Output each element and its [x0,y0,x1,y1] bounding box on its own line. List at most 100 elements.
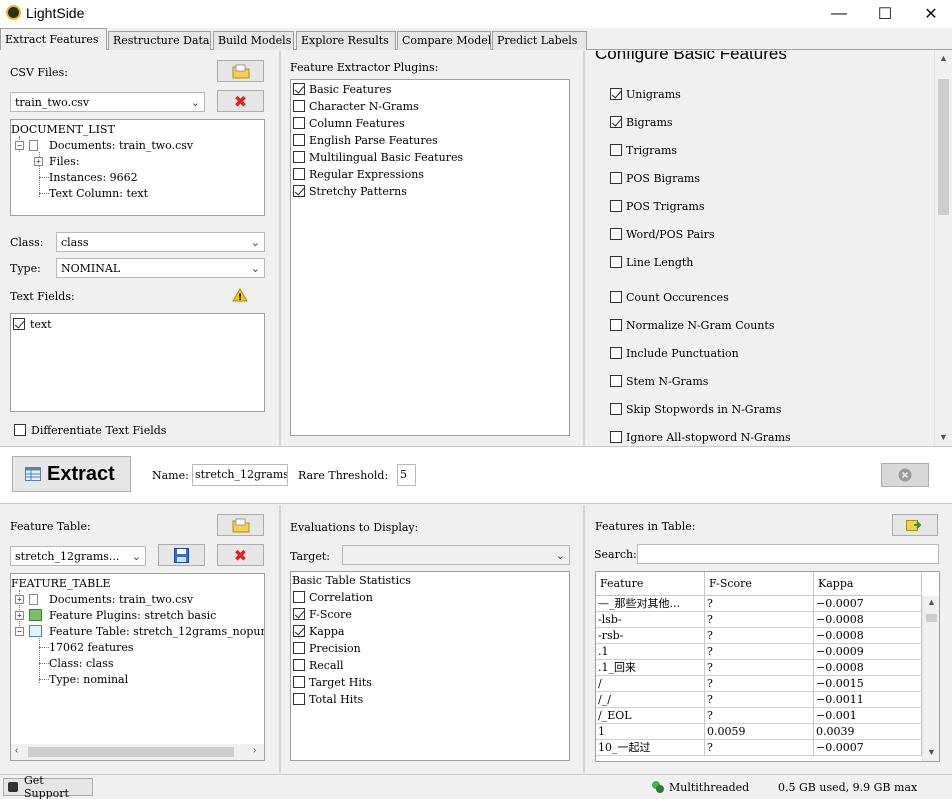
rare-threshold-input[interactable]: 5 [397,464,416,486]
plugin-checkbox[interactable] [293,168,305,180]
option-checkbox[interactable] [610,291,622,303]
feature-table-tree[interactable]: FEATURE_TABLE + Documents: train_two.csv… [10,573,265,761]
table-cell[interactable]: ? [705,708,814,724]
table-cell[interactable]: ? [705,612,814,628]
table-cell[interactable]: .1 [596,644,705,660]
open-feature-table-button[interactable] [217,514,264,536]
plugin-label[interactable]: Basic Features [309,83,391,96]
tree-hscrollbar[interactable]: ‹ › [11,744,264,760]
tab-predict-labels[interactable]: Predict Labels [492,31,587,50]
csv-file-select[interactable]: train_two.csv ⌄ [10,92,205,112]
scroll-down-icon[interactable]: ▼ [927,747,936,757]
option-label[interactable]: POS Bigrams [626,172,700,185]
scroll-right-icon[interactable]: › [253,745,256,756]
plugin-checkbox[interactable] [293,185,305,197]
class-select[interactable]: class ⌄ [56,232,265,252]
configure-scrollbar[interactable]: ▲ ▼ [934,51,951,446]
evaluation-label[interactable]: Recall [309,659,344,672]
evaluation-label[interactable]: Correlation [309,591,373,604]
table-cell[interactable]: −0.0008 [814,628,922,644]
table-cell[interactable]: 1 [596,724,705,740]
option-label[interactable]: Stem N-Grams [626,375,708,388]
option-label[interactable]: Bigrams [626,116,673,129]
export-features-button[interactable] [892,514,938,536]
evaluation-label[interactable]: F-Score [309,608,352,621]
evaluation-checkbox[interactable] [293,608,305,620]
expand-icon[interactable]: + [34,157,43,166]
option-label[interactable]: Normalize N-Gram Counts [626,319,774,332]
table-cell[interactable]: ? [705,692,814,708]
plugin-label[interactable]: Stretchy Patterns [309,185,407,198]
scroll-up-icon[interactable]: ▲ [939,53,948,63]
remove-csv-button[interactable]: ✖ [217,90,264,112]
name-input[interactable]: stretch_12grams [192,464,288,486]
tab-explore-results[interactable]: Explore Results [296,31,396,50]
table-cell[interactable]: −0.0008 [814,612,922,628]
option-label[interactable]: Word/POS Pairs [626,228,715,241]
option-checkbox[interactable] [610,200,622,212]
table-cell[interactable]: /_EOL [596,708,705,724]
option-label[interactable]: Unigrams [626,88,681,101]
option-checkbox[interactable] [610,144,622,156]
scroll-down-icon[interactable]: ▼ [939,432,948,442]
tab-compare-models[interactable]: Compare Models [397,31,497,50]
plugin-checkbox[interactable] [293,83,305,95]
feature-table-select[interactable]: stretch_12grams... ⌄ [10,546,146,566]
option-label[interactable]: Ignore All-stopword N-Grams [626,431,791,444]
evaluation-label[interactable]: Target Hits [309,676,372,689]
evaluation-checkbox[interactable] [293,693,305,705]
scroll-left-icon[interactable]: ‹ [15,745,18,756]
table-cell[interactable]: —_那些对其他... [596,596,705,612]
option-checkbox[interactable] [610,403,622,415]
collapse-icon[interactable]: − [15,141,24,150]
plugin-checkbox[interactable] [293,100,305,112]
option-checkbox[interactable] [610,228,622,240]
table-cell[interactable]: −0.0009 [814,644,922,660]
collapse-icon[interactable]: − [15,627,24,636]
plugin-label[interactable]: Character N-Grams [309,100,419,113]
get-support-button[interactable]: Get Support [3,774,93,799]
option-label[interactable]: Include Punctuation [626,347,739,360]
column-header-kappa[interactable]: Kappa [814,572,922,596]
target-select[interactable]: ⌄ [342,545,570,565]
table-cell[interactable]: −0.0007 [814,740,922,756]
option-checkbox[interactable] [610,319,622,331]
table-cell[interactable]: 0.0059 [705,724,814,740]
option-label[interactable]: Line Length [626,256,693,269]
plugin-label[interactable]: Column Features [309,117,405,130]
plugin-checkbox[interactable] [293,134,305,146]
minimize-button[interactable]: — [816,0,862,28]
evaluation-checkbox[interactable] [293,591,305,603]
evaluation-checkbox[interactable] [293,659,305,671]
evaluation-checkbox[interactable] [293,642,305,654]
table-cell[interactable]: 10_一起过 [596,740,705,756]
plugin-checkbox[interactable] [293,117,305,129]
tab-extract-features[interactable]: Extract Features [0,28,107,50]
evaluation-label[interactable]: Precision [309,642,361,655]
table-cell[interactable]: −0.001 [814,708,922,724]
table-cell[interactable]: ? [705,740,814,756]
option-checkbox[interactable] [610,172,622,184]
option-checkbox[interactable] [610,375,622,387]
text-field-checkbox[interactable] [13,318,25,330]
expand-icon[interactable]: + [15,595,24,604]
type-select[interactable]: NOMINAL ⌄ [56,258,265,278]
scroll-thumb[interactable] [28,747,234,757]
plugin-label[interactable]: Regular Expressions [309,168,424,181]
table-cell[interactable]: −0.0015 [814,676,922,692]
evaluation-label[interactable]: Kappa [309,625,344,638]
table-cell[interactable]: 0.0039 [814,724,922,740]
table-scrollbar[interactable]: ▲ ▼ [922,596,939,761]
option-checkbox[interactable] [610,347,622,359]
option-label[interactable]: Count Occurences [626,291,729,304]
remove-feature-table-button[interactable]: ✖ [217,544,264,566]
option-label[interactable]: POS Trigrams [626,200,705,213]
option-label[interactable]: Skip Stopwords in N-Grams [626,403,781,416]
table-cell[interactable]: ? [705,676,814,692]
table-cell[interactable]: /_/ [596,692,705,708]
column-header-fscore[interactable]: F-Score [705,572,814,596]
extract-button[interactable]: Extract [12,456,131,492]
scroll-thumb[interactable] [938,79,949,215]
expand-icon[interactable]: + [15,611,24,620]
table-cell[interactable]: ? [705,644,814,660]
